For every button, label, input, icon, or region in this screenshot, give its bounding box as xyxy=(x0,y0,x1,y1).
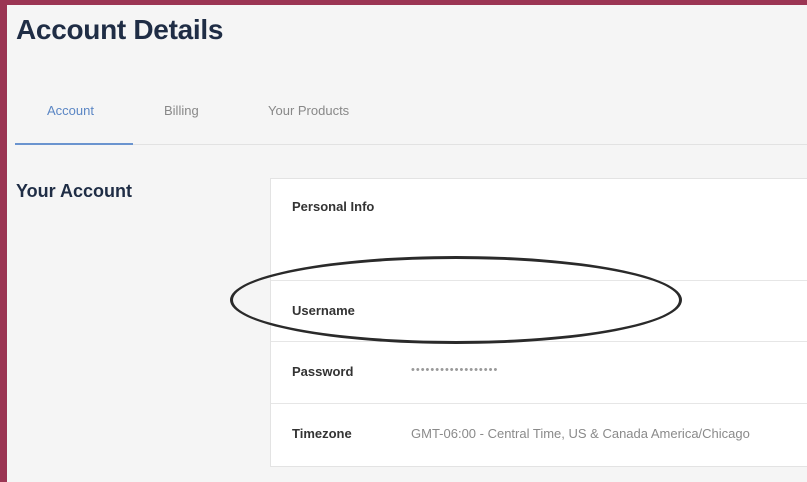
section-title: Your Account xyxy=(16,181,132,201)
password-value: •••••••••••••••••• xyxy=(411,364,499,376)
tab-billing[interactable]: Billing xyxy=(164,103,199,118)
timezone-label: Timezone xyxy=(292,426,352,441)
username-row[interactable]: Username xyxy=(271,281,807,342)
personal-info-row: Personal Info xyxy=(271,179,807,281)
password-label: Password xyxy=(292,364,354,379)
active-tab-indicator xyxy=(15,143,133,145)
page-title: Account Details xyxy=(16,14,224,45)
timezone-value: GMT-06:00 - Central Time, US & Canada Am… xyxy=(411,426,750,441)
personal-info-label: Personal Info xyxy=(292,199,375,214)
account-page: Account Details Account Billing Your Pro… xyxy=(7,5,807,482)
tab-bar: Account Billing Your Products xyxy=(15,85,807,145)
tab-your-products[interactable]: Your Products xyxy=(268,103,349,118)
username-label: Username xyxy=(292,303,355,318)
password-row[interactable]: Password •••••••••••••••••• xyxy=(271,342,807,404)
account-card: Personal Info Username Password ••••••••… xyxy=(270,178,807,467)
tab-account[interactable]: Account xyxy=(47,103,94,118)
timezone-row[interactable]: Timezone GMT-06:00 - Central Time, US & … xyxy=(271,404,807,464)
